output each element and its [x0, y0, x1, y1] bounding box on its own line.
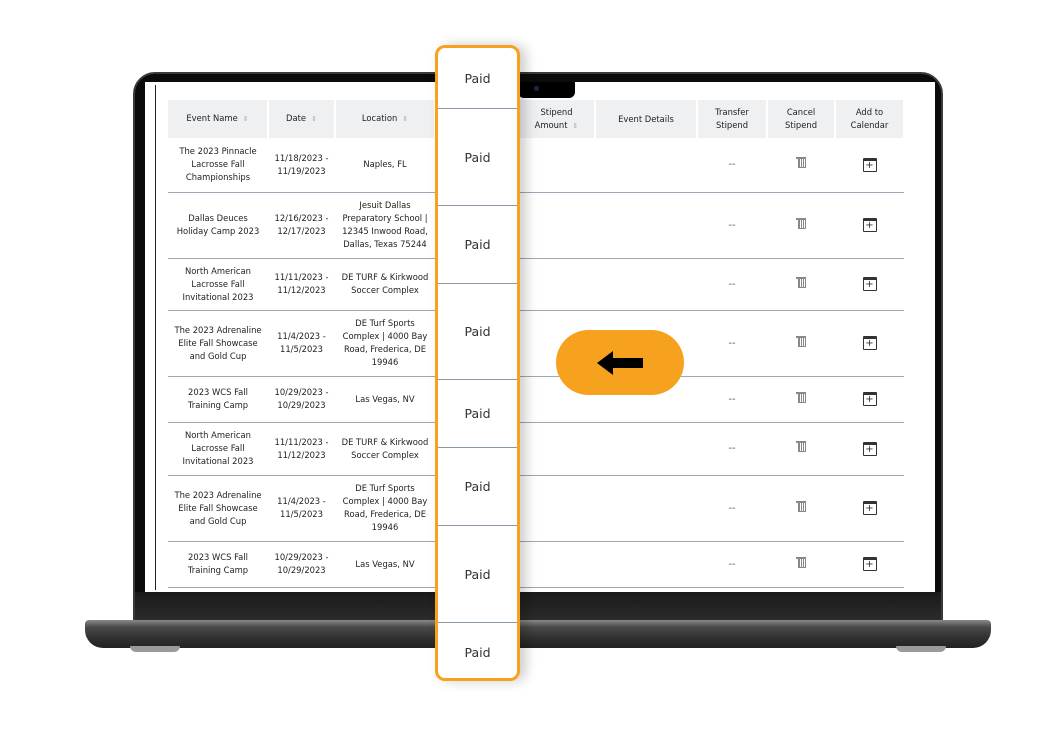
status-paid: Paid: [438, 448, 517, 526]
column-header-label: Transfer Stipend: [715, 107, 749, 130]
trash-icon[interactable]: [796, 391, 806, 403]
event-date: 12/16/2023 - 12/17/2023: [274, 213, 329, 236]
event-location: Las Vegas, NV: [355, 558, 415, 569]
events-table: Event Name⇕Date⇕Location⇕StatusStipend A…: [168, 100, 905, 588]
calendar-add-icon[interactable]: +: [862, 441, 877, 456]
transfer-stipend: --: [728, 159, 736, 171]
event-location: Las Vegas, NV: [355, 393, 415, 404]
event-date: 11/4/2023 - 11/5/2023: [277, 496, 326, 519]
calendar-add-icon[interactable]: +: [862, 336, 877, 350]
calendar-add-icon[interactable]: +: [862, 557, 877, 571]
column-header-label: Event Details: [618, 113, 674, 124]
arrow-left-icon: [597, 350, 643, 375]
calendar-add-icon[interactable]: +: [862, 277, 877, 291]
transfer-stipend: --: [728, 278, 736, 290]
calendar-add-icon[interactable]: +: [862, 218, 877, 232]
table-row: North American Lacrosse Fall Invitationa…: [168, 422, 904, 476]
screen-divider: [155, 85, 156, 590]
event-location: DE Turf Sports Complex | 4000 Bay Road, …: [342, 318, 428, 367]
transfer-stipend: --: [728, 337, 736, 349]
scroll-left-button[interactable]: [556, 330, 684, 395]
event-location: DE Turf Sports Complex | 4000 Bay Road, …: [342, 483, 428, 532]
column-header-label: Location: [361, 113, 398, 123]
event-name: The 2023 Adrenaline Elite Fall Showcase …: [174, 324, 262, 361]
column-header-label: Add to Calendar: [850, 107, 889, 130]
event-location: Naples, FL: [363, 159, 407, 170]
status-paid: Paid: [464, 644, 491, 660]
calendar-add-icon[interactable]: +: [862, 392, 877, 406]
trash-icon[interactable]: [796, 500, 806, 512]
event-date: 11/11/2023 - 11/12/2023: [274, 272, 329, 295]
column-header: Cancel Stipend: [767, 100, 836, 138]
camera-notch: [518, 82, 575, 98]
column-header[interactable]: Location ⇕: [335, 100, 436, 138]
status-paid: Paid: [438, 109, 517, 206]
event-date: 10/29/2023 - 10/29/2023: [274, 387, 329, 410]
table-row: The 2023 Pinnacle Lacrosse Fall Champion…: [168, 138, 904, 193]
status-paid: Paid: [438, 284, 517, 380]
transfer-stipend: --: [728, 502, 736, 514]
table-row: 2023 WCS Fall Training Camp 10/29/2023 - …: [168, 541, 904, 588]
status-paid: Paid: [438, 48, 517, 109]
column-header: Event Details: [595, 100, 698, 138]
event-date: 11/11/2023 - 11/12/2023: [274, 436, 329, 460]
event-location: DE TURF & Kirkwood Soccer Complex: [341, 436, 429, 460]
table-row: The 2023 Adrenaline Elite Fall Showcase …: [168, 310, 904, 377]
table-row: North American Lacrosse Fall Invitationa…: [168, 258, 904, 311]
column-header-label: Date: [286, 113, 307, 123]
event-name: 2023 WCS Fall Training Camp: [187, 552, 249, 575]
trash-icon[interactable]: [796, 556, 806, 568]
calendar-add-icon[interactable]: +: [862, 501, 877, 515]
event-date: 10/29/2023 - 10/29/2023: [274, 552, 329, 575]
camera-icon: [534, 86, 539, 91]
status-paid: Paid: [438, 206, 517, 284]
event-name: North American Lacrosse Fall Invitationa…: [182, 430, 254, 466]
event-name: 2023 WCS Fall Training Camp: [187, 387, 249, 410]
column-header: Transfer Stipend: [697, 100, 768, 138]
column-header: Add to Calendar: [835, 100, 905, 138]
sort-icon[interactable]: ⇕: [311, 115, 317, 123]
event-date: 11/18/2023 - 11/19/2023: [274, 152, 329, 176]
transfer-stipend: --: [728, 393, 736, 405]
column-header[interactable]: Date ⇕: [268, 100, 336, 138]
calendar-add-icon[interactable]: +: [862, 157, 877, 172]
event-name: The 2023 Adrenaline Elite Fall Showcase …: [174, 489, 262, 526]
sort-icon[interactable]: ⇕: [573, 122, 579, 130]
column-header[interactable]: Event Name ⇕: [168, 100, 269, 138]
event-location: DE TURF & Kirkwood Soccer Complex: [341, 272, 429, 295]
table-row: The 2023 Adrenaline Elite Fall Showcase …: [168, 475, 904, 542]
trash-icon[interactable]: [796, 335, 806, 347]
transfer-stipend: --: [728, 219, 736, 231]
laptop-foot: [896, 646, 946, 652]
table-row: 2023 WCS Fall Training Camp 10/29/2023 - …: [168, 376, 904, 423]
trash-icon[interactable]: [796, 441, 806, 452]
laptop-base: [85, 620, 991, 648]
table-row: Dallas Deuces Holiday Camp 2023 12/16/202…: [168, 192, 904, 259]
sort-icon[interactable]: ⇕: [402, 115, 408, 123]
event-name: North American Lacrosse Fall Invitationa…: [182, 265, 254, 302]
event-date: 11/4/2023 - 11/5/2023: [277, 331, 326, 354]
transfer-stipend: --: [728, 558, 736, 570]
trash-icon[interactable]: [796, 157, 806, 169]
column-header-label: Cancel Stipend: [784, 107, 818, 130]
trash-icon[interactable]: [796, 276, 806, 288]
trash-icon[interactable]: [796, 217, 806, 229]
laptop-chin: [135, 592, 941, 620]
sort-icon[interactable]: ⇕: [243, 115, 249, 123]
event-name: The 2023 Pinnacle Lacrosse Fall Champion…: [179, 146, 257, 183]
column-header-label: Event Name: [186, 113, 238, 123]
transfer-stipend: --: [728, 443, 736, 454]
event-location: Jesuit Dallas Preparatory School | 12345…: [342, 200, 428, 249]
laptop-foot: [130, 646, 180, 652]
column-header[interactable]: Stipend Amount ⇕: [518, 100, 596, 138]
status-column-highlight: Paid Paid Paid Paid Paid Paid Paid Paid: [435, 45, 520, 681]
status-paid: Paid: [438, 526, 517, 623]
column-header-label: Stipend Amount: [534, 106, 573, 130]
status-paid: Paid: [438, 380, 517, 448]
event-name: Dallas Deuces Holiday Camp 2023: [176, 213, 260, 236]
